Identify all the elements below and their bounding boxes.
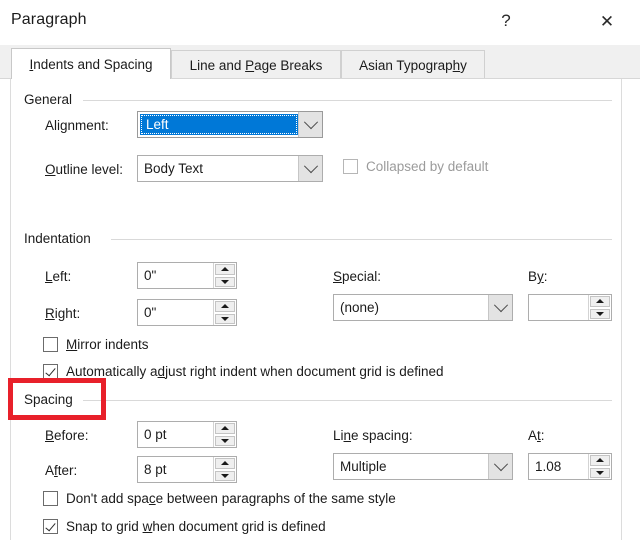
spinner-down-icon[interactable] — [215, 313, 235, 324]
tab-indents-and-spacing[interactable]: Indents and Spacing — [11, 48, 171, 79]
tab-label: Indents and Spacing — [29, 57, 152, 72]
checkbox-box[interactable] — [43, 337, 58, 352]
group-header-indentation: Indentation — [24, 231, 97, 246]
special-combobox[interactable]: (none) — [333, 294, 513, 321]
spinner-down-icon[interactable] — [590, 308, 610, 319]
label-special: Special: — [333, 269, 382, 284]
close-icon: ✕ — [599, 11, 615, 31]
spinner-up-icon[interactable] — [590, 296, 610, 307]
close-button[interactable]: ✕ — [590, 6, 624, 36]
page-title: Paragraph — [11, 11, 87, 28]
spacing-before-spinner[interactable]: 0 pt — [137, 421, 237, 448]
spinner-buttons[interactable] — [213, 263, 236, 288]
at-spinner[interactable]: 1.08 — [528, 453, 612, 480]
label-alignment: Alignment: — [45, 118, 109, 133]
checkbox-box[interactable] — [343, 159, 358, 174]
group-divider-indentation — [111, 239, 612, 240]
label-spacing-after: After: — [45, 463, 78, 478]
tab-accel-letter: h — [452, 57, 461, 73]
spinner-down-icon[interactable] — [590, 467, 610, 478]
group-divider-spacing — [83, 400, 612, 401]
checkbox-box[interactable] — [43, 519, 58, 534]
tab-label: Line and Page Breaks — [189, 57, 323, 73]
tab-accel-letter: P — [245, 57, 255, 73]
group-header-general: General — [24, 92, 79, 107]
tab-line-and-page-breaks[interactable]: Line and Page Breaks — [171, 50, 341, 79]
spacing-after-spinner[interactable]: 8 pt — [137, 456, 237, 483]
checkbox-label: Automatically adjust right indent when d… — [66, 364, 444, 379]
spinner-up-icon[interactable] — [215, 423, 235, 434]
checkbox-label: Snap to grid when document grid is defin… — [66, 519, 326, 534]
line-spacing-combobox[interactable]: Multiple — [333, 453, 513, 480]
spinner-buttons[interactable] — [588, 454, 611, 479]
label-by: By: — [528, 269, 548, 284]
indent-left-spinner[interactable]: 0" — [137, 262, 237, 289]
spinner-buttons[interactable] — [213, 457, 236, 482]
line-spacing-value: Multiple — [340, 459, 387, 474]
outline-level-value: Body Text — [144, 161, 204, 176]
chevron-down-icon[interactable] — [298, 156, 322, 181]
dialog-title-bar: Paragraph ? ✕ — [0, 0, 640, 45]
label-indent-left: Left: — [45, 269, 72, 284]
group-divider-general — [83, 100, 612, 101]
paragraph-dialog: Paragraph ? ✕ Indents and Spacing Line a… — [0, 0, 640, 540]
checkbox-label: Collapsed by default — [366, 159, 489, 174]
alignment-value: Left — [140, 114, 298, 135]
checkbox-label: Mirror indents — [66, 337, 149, 352]
spinner-down-icon[interactable] — [215, 470, 235, 481]
help-button[interactable]: ? — [489, 6, 523, 36]
chevron-down-icon[interactable] — [298, 112, 322, 137]
label-spacing-before: Before: — [45, 428, 89, 443]
tab-asian-typography[interactable]: Asian Typography — [341, 50, 485, 79]
dont-add-space-checkbox[interactable]: Don't add space between paragraphs of th… — [43, 491, 396, 506]
dialog-body: General Alignment: Left Outline level: B… — [10, 79, 622, 540]
tab-label: Asian Typography — [359, 57, 467, 73]
at-value: 1.08 — [535, 459, 562, 474]
label-indent-right: Right: — [45, 306, 81, 321]
spacing-before-value: 0 pt — [144, 427, 167, 442]
chevron-down-icon[interactable] — [488, 454, 512, 479]
special-value: (none) — [340, 300, 380, 315]
spinner-up-icon[interactable] — [215, 301, 235, 312]
outline-level-combobox[interactable]: Body Text — [137, 155, 323, 182]
checkbox-box[interactable] — [43, 491, 58, 506]
chevron-down-icon[interactable] — [488, 295, 512, 320]
question-mark-icon: ? — [501, 11, 511, 30]
label-outline-level: Outline level: — [45, 162, 124, 177]
spinner-up-icon[interactable] — [215, 264, 235, 275]
checkbox-box[interactable] — [43, 364, 58, 379]
spinner-up-icon[interactable] — [590, 455, 610, 466]
group-header-spacing: Spacing — [24, 392, 79, 407]
spinner-buttons[interactable] — [213, 300, 236, 325]
indent-left-value: 0" — [144, 268, 157, 283]
collapsed-by-default-checkbox[interactable]: Collapsed by default — [343, 159, 488, 174]
snap-to-grid-checkbox[interactable]: Snap to grid when document grid is defin… — [43, 519, 326, 534]
spinner-up-icon[interactable] — [215, 458, 235, 469]
indent-right-value: 0" — [144, 305, 157, 320]
spinner-down-icon[interactable] — [215, 435, 235, 446]
by-value — [529, 295, 588, 320]
alignment-combobox[interactable]: Left — [137, 111, 323, 138]
indent-right-spinner[interactable]: 0" — [137, 299, 237, 326]
mirror-indents-checkbox[interactable]: Mirror indents — [43, 337, 149, 352]
spinner-buttons[interactable] — [213, 422, 236, 447]
auto-adjust-right-indent-checkbox[interactable]: Automatically adjust right indent when d… — [43, 364, 443, 379]
by-spinner[interactable] — [528, 294, 612, 321]
checkbox-label: Don't add space between paragraphs of th… — [66, 491, 396, 506]
spinner-down-icon[interactable] — [215, 276, 235, 287]
label-at: At: — [528, 428, 545, 443]
spacing-after-value: 8 pt — [144, 462, 167, 477]
label-line-spacing: Line spacing: — [333, 428, 413, 443]
tab-label-rest: ndents and Spacing — [33, 56, 153, 72]
spinner-buttons[interactable] — [588, 295, 611, 320]
